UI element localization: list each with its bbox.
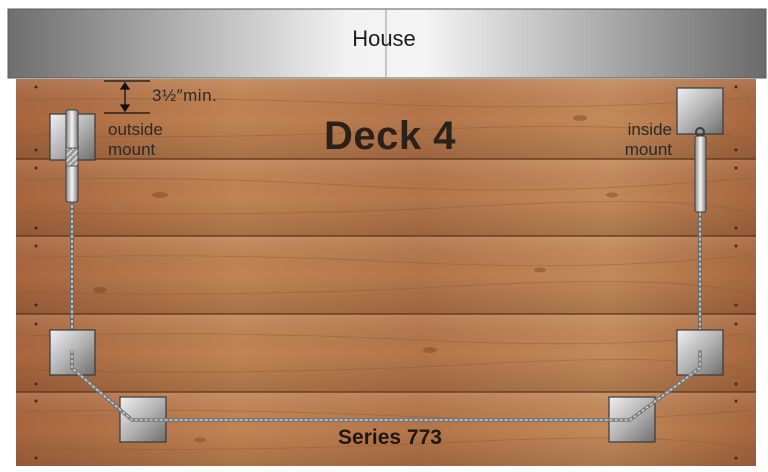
outside-mount-label-line1: outside bbox=[108, 120, 163, 139]
inside-mount-fitting bbox=[694, 127, 707, 213]
inside-mount-label: inside mount bbox=[604, 120, 672, 160]
series-label: Series 773 bbox=[338, 426, 442, 449]
outside-mount-label: outside mount bbox=[108, 120, 163, 160]
inside-mount-label-line1: inside bbox=[627, 120, 672, 139]
outside-mount-label-line2: mount bbox=[108, 140, 156, 159]
deck-diagram: House 3½″min. outside mount inside mount… bbox=[0, 0, 768, 467]
diagram-canvas bbox=[7, 8, 767, 466]
house-label: House bbox=[352, 26, 416, 51]
min-distance-label: 3½″min. bbox=[152, 86, 218, 105]
outside-mount-fitting bbox=[65, 109, 79, 203]
inside-mount-label-line2: mount bbox=[624, 140, 672, 159]
deck-title: Deck 4 bbox=[324, 114, 456, 158]
